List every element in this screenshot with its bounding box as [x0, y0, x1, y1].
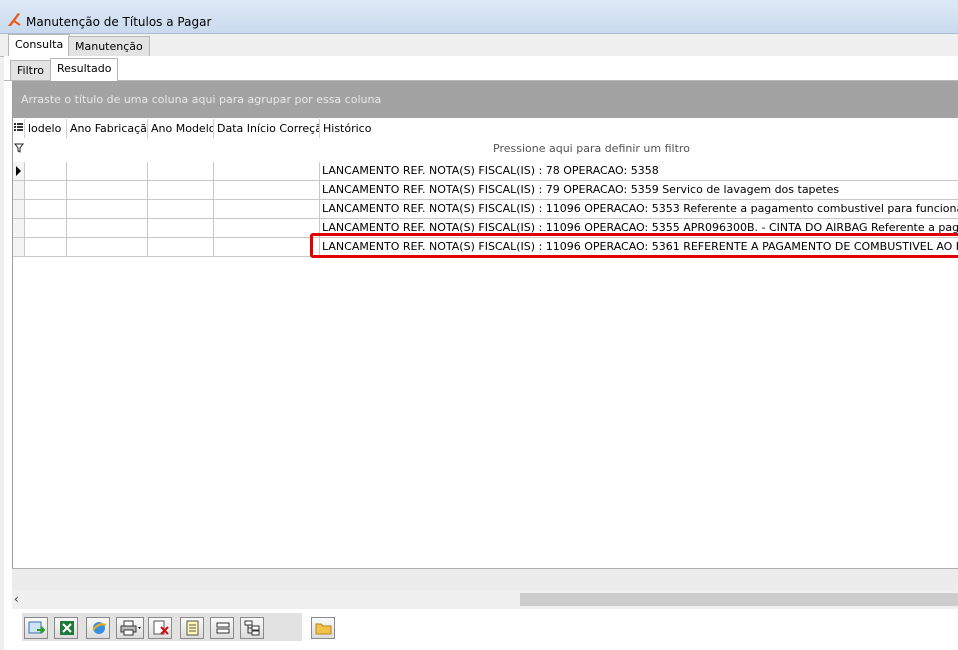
- title-bar: Manutenção de Títulos a Pagar: [0, 0, 958, 34]
- cell-ano-fabricacao[interactable]: [67, 200, 148, 218]
- tab-resultado[interactable]: Resultado: [50, 58, 119, 81]
- export-html-button[interactable]: [86, 617, 110, 639]
- cell-ano-fabricacao[interactable]: [67, 238, 148, 256]
- horizontal-scrollbar[interactable]: ‹: [12, 591, 958, 609]
- tab-manutencao[interactable]: Manutenção: [68, 36, 150, 56]
- cell-historico[interactable]: LANCAMENTO REF. NOTA(S) FISCAL(IS) : 79 …: [320, 181, 958, 199]
- highlight-box: [310, 233, 958, 258]
- open-folder-button[interactable]: [311, 617, 335, 639]
- cell-data-inicio-correcao[interactable]: [214, 181, 320, 199]
- column-header-ano-modelo[interactable]: Ano Modelo: [148, 119, 214, 138]
- export-excel-button[interactable]: [54, 617, 78, 639]
- column-header-data-inicio-correcao[interactable]: Data Início Correção: [214, 119, 320, 138]
- cell-ano-modelo[interactable]: [148, 200, 214, 218]
- document-button[interactable]: [180, 617, 204, 639]
- cell-data-inicio-correcao[interactable]: [214, 238, 320, 256]
- export-icon: [28, 621, 46, 634]
- cell-data-inicio-correcao[interactable]: [214, 219, 320, 237]
- tab-consulta[interactable]: Consulta: [8, 34, 71, 57]
- collapse-button[interactable]: [210, 617, 234, 639]
- filter-row[interactable]: Pressione aqui para definir um filtro: [13, 138, 958, 160]
- cell-data-inicio-correcao[interactable]: [214, 200, 320, 218]
- cell-historico[interactable]: LANCAMENTO REF. NOTA(S) FISCAL(IS) : 110…: [320, 200, 958, 218]
- cell-ano-modelo[interactable]: [148, 238, 214, 256]
- cell-ano-modelo[interactable]: [148, 181, 214, 199]
- cell-historico[interactable]: LANCAMENTO REF. NOTA(S) FISCAL(IS) : 78 …: [320, 162, 958, 180]
- window-title: Manutenção de Títulos a Pagar: [26, 15, 212, 29]
- cell-modelo[interactable]: [25, 238, 67, 256]
- table-row[interactable]: LANCAMENTO REF. NOTA(S) FISCAL(IS) : 110…: [13, 200, 958, 219]
- filter-hint: Pressione aqui para definir um filtro: [493, 142, 690, 155]
- delete-icon: [153, 620, 169, 635]
- results-grid: Arraste o título de uma coluna aqui para…: [12, 81, 958, 609]
- bottom-toolbar: [22, 613, 302, 641]
- print-button[interactable]: [116, 617, 144, 639]
- cell-ano-modelo[interactable]: [148, 219, 214, 237]
- cell-ano-fabricacao[interactable]: [67, 162, 148, 180]
- collapse-icon: [216, 622, 230, 634]
- cell-modelo[interactable]: [25, 162, 67, 180]
- column-header-historico[interactable]: Histórico: [320, 119, 958, 138]
- row-indicator: [13, 162, 25, 180]
- column-header-ano-fabricacao[interactable]: Ano Fabricação: [67, 119, 148, 138]
- grid-footer: [12, 568, 958, 592]
- scroll-thumb[interactable]: [520, 593, 958, 606]
- print-icon: [120, 620, 141, 636]
- main-tabs: Consulta Manutenção: [0, 34, 958, 57]
- delete-button[interactable]: [148, 617, 172, 639]
- export-button[interactable]: [24, 617, 48, 639]
- browser-icon: [92, 622, 107, 634]
- app-logo-icon: [6, 11, 22, 30]
- row-indicator: [13, 200, 25, 218]
- table-row[interactable]: LANCAMENTO REF. NOTA(S) FISCAL(IS) : 78 …: [13, 162, 958, 181]
- cell-modelo[interactable]: [25, 200, 67, 218]
- cell-ano-fabricacao[interactable]: [67, 181, 148, 199]
- column-chooser-icon[interactable]: [13, 119, 25, 138]
- filter-icon: [14, 143, 24, 156]
- tab-filtro[interactable]: Filtro: [10, 60, 51, 80]
- scroll-left-icon[interactable]: ‹: [14, 592, 19, 606]
- row-indicator: [13, 219, 25, 237]
- cell-modelo[interactable]: [25, 219, 67, 237]
- tree-button[interactable]: [240, 617, 264, 639]
- tree-icon: [244, 620, 260, 636]
- sub-tabs: Filtro Resultado: [4, 58, 958, 81]
- scroll-track[interactable]: [32, 593, 520, 606]
- cell-data-inicio-correcao[interactable]: [214, 162, 320, 180]
- row-indicator: [13, 181, 25, 199]
- cell-ano-fabricacao[interactable]: [67, 219, 148, 237]
- row-indicator: [13, 238, 25, 256]
- table-row[interactable]: LANCAMENTO REF. NOTA(S) FISCAL(IS) : 79 …: [13, 181, 958, 200]
- column-header-modelo[interactable]: lodelo: [25, 119, 67, 138]
- cell-ano-modelo[interactable]: [148, 162, 214, 180]
- group-by-panel[interactable]: Arraste o título de uma coluna aqui para…: [13, 81, 958, 118]
- document-icon: [186, 620, 199, 636]
- cell-modelo[interactable]: [25, 181, 67, 199]
- grid-header-row: lodelo Ano Fabricação Ano Modelo Data In…: [13, 119, 958, 138]
- folder-icon: [315, 623, 332, 635]
- excel-icon: [60, 621, 74, 635]
